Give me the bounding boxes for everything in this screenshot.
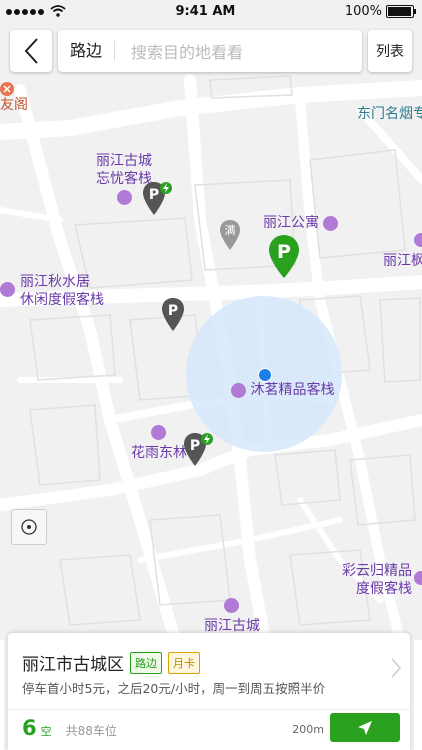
- poi-muming[interactable]: 沐茗精品客栈: [231, 381, 334, 399]
- list-button[interactable]: 列表: [368, 30, 412, 72]
- hotel-icon: [224, 598, 239, 613]
- poi-caiyun[interactable]: 彩云归精品 度假客栈: [342, 562, 412, 598]
- hotel-icon: [0, 282, 15, 297]
- navigate-button[interactable]: [330, 713, 400, 742]
- parking-letter: P: [168, 303, 178, 319]
- parking-marker-charging[interactable]: P: [183, 432, 217, 468]
- poi-label: 丽江公寓: [263, 215, 319, 231]
- parking-info-card[interactable]: 丽江市古城区 路边 月卡 停车首小时5元，之后20元/小时，周一到周五按照半价 …: [8, 633, 410, 750]
- pricing-description: 停车首小时5元，之后20元/小时，周一到周五按照半价: [22, 681, 326, 696]
- wifi-icon: [50, 5, 66, 17]
- space-availability: 6 空 共88车位: [22, 716, 117, 740]
- parking-letter: P: [149, 187, 159, 203]
- prev-card-peek[interactable]: [0, 640, 4, 750]
- parking-letter: P: [277, 241, 291, 263]
- next-card-peek[interactable]: [414, 640, 422, 750]
- status-bar: 9:41 AM 100%: [0, 0, 422, 22]
- poi-label: 丽江枫: [383, 253, 422, 269]
- poi-label: 沐茗精品客栈: [250, 382, 335, 398]
- poi-dongmen[interactable]: 东门名烟专: [357, 105, 422, 123]
- poi-lijiang-right[interactable]: 丽江枫: [383, 252, 422, 270]
- parking-marker[interactable]: P: [161, 297, 185, 333]
- poi-label: 丽江古城: [204, 618, 260, 634]
- poi-label-line1: 彩云归精品: [342, 563, 412, 579]
- poi-label-line2: 休闲度假客栈: [20, 292, 104, 308]
- card-divider: [8, 709, 410, 710]
- card-title-row: 丽江市古城区 路边 月卡: [22, 650, 200, 675]
- parking-name: 丽江市古城区: [22, 655, 124, 675]
- parking-marker-charging[interactable]: P: [142, 181, 176, 217]
- locate-icon: [21, 519, 37, 535]
- free-spaces-unit: 空: [40, 725, 52, 738]
- distance-label: 200m: [292, 723, 324, 736]
- battery-group: 100%: [345, 4, 422, 19]
- poi-apartment[interactable]: 丽江公寓: [263, 214, 339, 232]
- total-spaces: 共88车位: [65, 724, 117, 738]
- hotel-icon: [231, 382, 246, 398]
- battery-icon: [386, 4, 416, 18]
- current-location-dot: [258, 368, 272, 382]
- poi-qiushui[interactable]: 丽江秋水居 休闲度假客栈: [20, 273, 104, 309]
- hotel-icon: [151, 425, 166, 440]
- signal-wifi-group: [0, 4, 66, 19]
- poi-huayu[interactable]: 花雨东林: [131, 444, 187, 462]
- chevron-right-icon[interactable]: [390, 657, 402, 679]
- free-spaces-count: 6: [22, 716, 37, 740]
- tag-monthly: 月卡: [168, 651, 200, 674]
- battery-percent: 100%: [344, 3, 382, 19]
- poi-label: 东门名烟专: [357, 106, 422, 122]
- signal-icon: [6, 4, 46, 19]
- tag-street: 路边: [130, 651, 162, 674]
- poi-label-line1: 丽江古城: [96, 153, 152, 169]
- poi-label-line2: 度假客栈: [356, 581, 412, 597]
- top-bar: 路边 搜索目的地看看 列表: [10, 30, 412, 74]
- parking-marker-full[interactable]: 满: [219, 219, 241, 251]
- restaurant-icon: [0, 82, 14, 96]
- poi-label: 花雨东林: [131, 445, 187, 461]
- search-input[interactable]: 搜索目的地看看: [115, 39, 243, 63]
- hotel-icon: [117, 190, 132, 205]
- locate-button[interactable]: [11, 509, 47, 545]
- full-label: 满: [225, 224, 236, 237]
- navigate-arrow-icon: [358, 720, 372, 735]
- status-time: 9:41 AM: [175, 3, 236, 19]
- back-button[interactable]: [10, 30, 52, 72]
- parking-marker-selected[interactable]: P: [268, 234, 300, 280]
- parking-letter: P: [190, 438, 200, 454]
- poi-label: 友阁: [0, 97, 28, 113]
- hotel-icon: [323, 215, 339, 231]
- poi-label-line1: 丽江秋水居: [20, 274, 90, 290]
- poi-youge[interactable]: 友阁: [0, 82, 28, 114]
- search-mode-label[interactable]: 路边: [58, 41, 116, 61]
- search-bar[interactable]: 路边 搜索目的地看看: [58, 30, 362, 72]
- back-chevron-icon: [24, 38, 38, 64]
